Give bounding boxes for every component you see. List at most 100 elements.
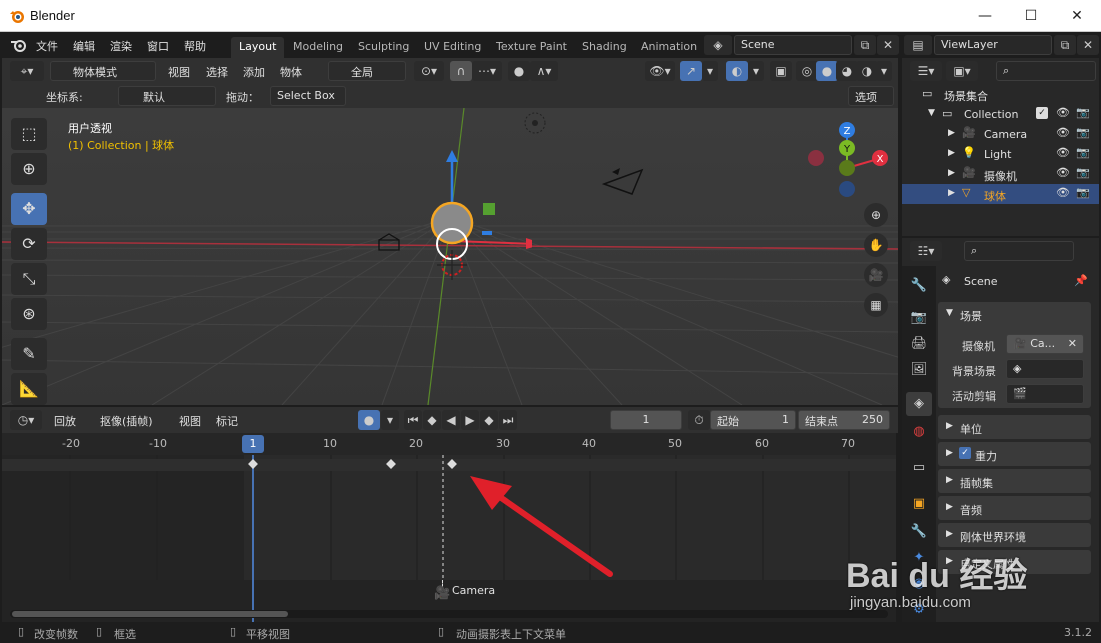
- visibility-icon[interactable]: 👁▾: [645, 61, 675, 81]
- expand-arrow-icon[interactable]: ▶: [948, 128, 955, 138]
- active-clip-field[interactable]: 🎬: [1006, 384, 1084, 404]
- tab-shading[interactable]: Shading: [574, 37, 635, 58]
- eye-icon[interactable]: 👁: [1056, 146, 1070, 159]
- render-camera-icon[interactable]: 📷: [1076, 126, 1090, 139]
- options-dropdown[interactable]: 选项: [848, 86, 894, 106]
- keying-sets-panel[interactable]: ▶ 插帧集: [938, 469, 1091, 493]
- render-camera-icon[interactable]: 📷: [1076, 166, 1090, 179]
- record-icon[interactable]: ●: [358, 410, 380, 430]
- eye-icon[interactable]: 👁: [1056, 126, 1070, 139]
- tab-texture-paint[interactable]: Texture Paint: [488, 37, 575, 58]
- drag-select[interactable]: Select Box: [270, 86, 346, 106]
- gizmo-dropdown-icon[interactable]: ▾: [702, 61, 718, 81]
- properties-editor-type-icon[interactable]: ☷▾: [910, 241, 942, 261]
- select-box-tool-icon[interactable]: ⬚: [11, 118, 47, 150]
- menu-render[interactable]: 渲染: [110, 38, 132, 54]
- viewlayer-name-field[interactable]: ViewLayer: [934, 35, 1052, 55]
- jump-end-icon[interactable]: ⏭: [499, 410, 517, 430]
- menu-keying[interactable]: 抠像(插帧): [100, 413, 153, 429]
- menu-edit[interactable]: 编辑: [73, 38, 95, 54]
- camera-field[interactable]: 🎥 Ca... ✕: [1006, 334, 1084, 354]
- mode-select[interactable]: 物体模式: [50, 61, 156, 81]
- scene-tab-icon[interactable]: ◈: [906, 392, 932, 416]
- menu-file[interactable]: 文件: [36, 38, 58, 54]
- gizmo-toggle-icon[interactable]: ↗: [680, 61, 702, 81]
- shading-dropdown-icon[interactable]: ▾: [876, 61, 892, 81]
- menu-view[interactable]: 视图: [168, 64, 190, 80]
- outliner-row-camera[interactable]: ▶ 🎥 Camera 👁 📷: [902, 124, 1099, 144]
- camera-marker-icon[interactable]: 🎥: [434, 586, 450, 601]
- outliner-search-input[interactable]: ⌕: [996, 61, 1096, 81]
- solid-shading-icon[interactable]: ●: [816, 61, 838, 81]
- collapse-arrow-icon[interactable]: ▼: [946, 308, 953, 318]
- menu-window[interactable]: 窗口: [147, 38, 169, 54]
- eye-icon[interactable]: 👁: [1056, 166, 1070, 179]
- properties-search-input[interactable]: ⌕: [964, 241, 1074, 261]
- tab-modeling[interactable]: Modeling: [285, 37, 351, 58]
- render-tab-icon[interactable]: 📷: [906, 306, 932, 330]
- falloff-icon[interactable]: ∧▾: [530, 61, 558, 81]
- eye-icon[interactable]: 👁: [1056, 106, 1070, 119]
- preview-range-icon[interactable]: ⏱: [688, 410, 710, 430]
- outliner-row-collection[interactable]: ▼ ▭ Collection ✓ 👁 📷: [902, 104, 1099, 124]
- scale-tool-icon[interactable]: ⤡: [11, 263, 47, 295]
- coord-system-select[interactable]: 默认: [118, 86, 216, 106]
- overlay-dropdown-icon[interactable]: ▾: [748, 61, 764, 81]
- render-camera-icon[interactable]: 📷: [1076, 186, 1090, 199]
- end-frame-field[interactable]: 结束点 250: [798, 410, 890, 430]
- cursor-tool-icon[interactable]: ⊕: [11, 153, 47, 185]
- include-checkbox[interactable]: ✓: [1036, 107, 1048, 119]
- scene-browse-icon[interactable]: ◈: [704, 35, 732, 55]
- menu-object[interactable]: 物体: [280, 64, 302, 80]
- tab-uv-editing[interactable]: UV Editing: [416, 37, 489, 58]
- render-camera-icon[interactable]: 📷: [1076, 146, 1090, 159]
- play-reverse-icon[interactable]: ◀: [442, 410, 460, 430]
- menu-select[interactable]: 选择: [206, 64, 228, 80]
- minimize-button[interactable]: —: [970, 4, 1000, 28]
- outliner-row-camera-2[interactable]: ▶ 🎥 摄像机 👁 📷: [902, 164, 1099, 184]
- measure-tool-icon[interactable]: 📐: [11, 373, 47, 405]
- tab-sculpting[interactable]: Sculpting: [350, 37, 417, 58]
- background-scene-field[interactable]: ◈: [1006, 359, 1084, 379]
- collection-tab-icon[interactable]: ▭: [906, 456, 932, 480]
- timeline-scrollbar-thumb[interactable]: [12, 611, 288, 617]
- overlay-toggle-icon[interactable]: ◐: [726, 61, 748, 81]
- rotate-tool-icon[interactable]: ⟳: [11, 228, 47, 260]
- editor-type-icon[interactable]: ⌖▾: [10, 61, 44, 81]
- rendered-shading-icon[interactable]: ◑: [856, 61, 878, 81]
- jump-start-icon[interactable]: ⏮: [404, 410, 422, 430]
- world-tab-icon[interactable]: ◍: [906, 420, 932, 444]
- outliner-editor-type-icon[interactable]: ☰▾: [910, 61, 942, 81]
- outliner-row-light[interactable]: ▶ 💡 Light 👁 📷: [902, 144, 1099, 164]
- transform-orientation-select[interactable]: 全局: [328, 61, 406, 81]
- snap-icon[interactable]: ∩: [450, 61, 472, 81]
- play-icon[interactable]: ▶: [461, 410, 479, 430]
- expand-arrow-icon[interactable]: ▶: [948, 148, 955, 158]
- scene-close-icon[interactable]: ✕: [877, 35, 899, 55]
- outliner-display-mode-icon[interactable]: ▣▾: [946, 61, 978, 81]
- timeline-dopesheet[interactable]: [2, 455, 896, 580]
- expand-arrow-icon[interactable]: ▶: [948, 188, 955, 198]
- blender-menu-icon[interactable]: [10, 37, 28, 53]
- transform-tool-icon[interactable]: ⊛: [11, 298, 47, 330]
- eye-icon[interactable]: 👁: [1056, 186, 1070, 199]
- menu-playback[interactable]: 回放: [54, 413, 76, 429]
- pan-hand-icon[interactable]: ✋: [864, 233, 888, 257]
- prev-keyframe-icon[interactable]: ◆: [423, 410, 441, 430]
- ortho-grid-icon[interactable]: ▦: [864, 293, 888, 317]
- next-keyframe-icon[interactable]: ◆: [480, 410, 498, 430]
- xray-icon[interactable]: ▣: [770, 61, 792, 81]
- viewlayer-copy-icon[interactable]: ⧉: [1054, 35, 1076, 55]
- camera-view-icon[interactable]: 🎥: [864, 263, 888, 287]
- modifier-tab-icon[interactable]: 🔧: [906, 520, 932, 544]
- output-tab-icon[interactable]: 🖨: [906, 332, 932, 356]
- timeline-editor-type-icon[interactable]: ◷▾: [10, 410, 42, 430]
- timeline-scrollbar-track[interactable]: [10, 610, 888, 618]
- menu-add[interactable]: 添加: [243, 64, 265, 80]
- proportional-edit-icon[interactable]: ●: [508, 61, 530, 81]
- zoom-icon[interactable]: ⊕: [864, 203, 888, 227]
- outliner-row-scene-collection[interactable]: ▭ 场景集合: [902, 84, 1099, 104]
- gravity-panel[interactable]: ▶ ✓ 重力: [938, 442, 1091, 466]
- snap-target-icon[interactable]: ⋯▾: [472, 61, 502, 81]
- navigation-gizmo[interactable]: Z Y X: [802, 118, 892, 208]
